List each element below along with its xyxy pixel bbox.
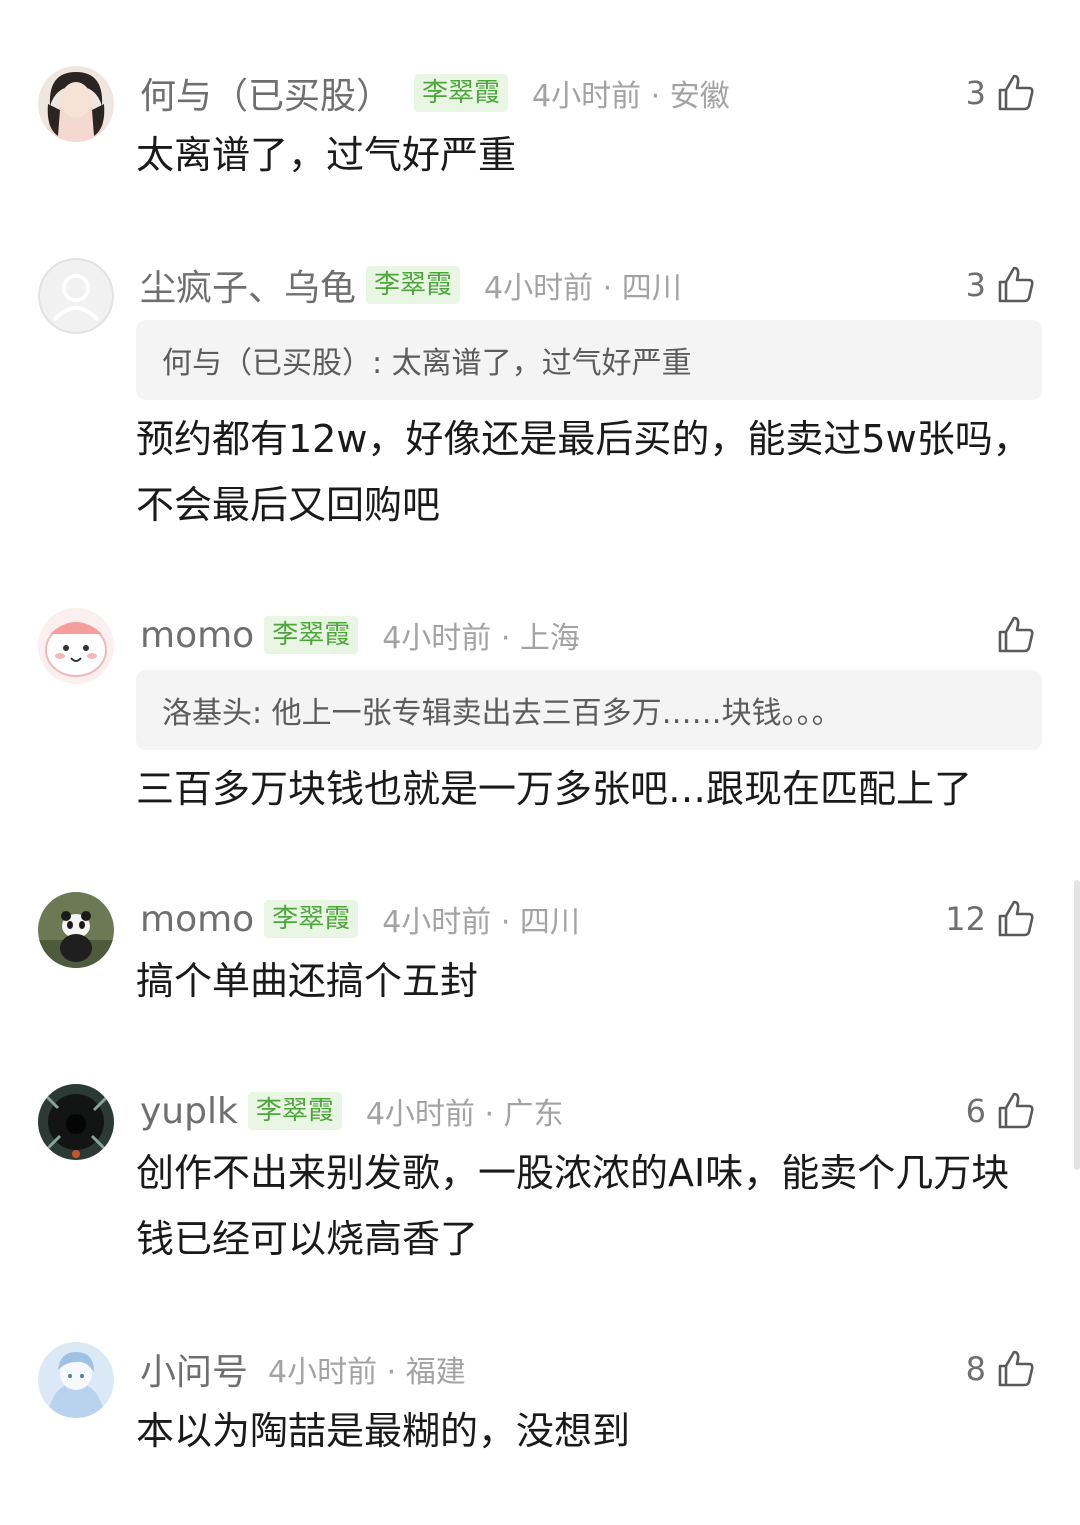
like-button[interactable]: 8 [966, 1344, 1036, 1394]
comment-text: 太离谱了，过气好严重 [136, 133, 517, 177]
like-count: 8 [965, 1350, 986, 1388]
username[interactable]: 何与（已买股） [140, 67, 392, 119]
quoted-reply[interactable]: 何与（已买股）: 太离谱了，过气好严重 [136, 320, 1042, 400]
user-avatar[interactable] [38, 1084, 114, 1160]
like-button[interactable]: 12 [945, 894, 1036, 944]
thumbs-up-icon [998, 900, 1034, 937]
comment-meta: 4小时前 · 广东 [365, 1097, 564, 1132]
comment-item: momo 李翠霞 4小时前 · 四川 12 搞个单曲还搞个五封 [0, 890, 1080, 1030]
comment-item: momo 李翠霞 4小时前 · 上海 洛基头: 他上一张专辑卖出去三百多万……块… [0, 606, 1080, 826]
comment-meta: 4小时前 · 福建 [268, 1355, 466, 1390]
comment-header: 何与（已买股） 李翠霞 4小时前 · 安徽 [140, 68, 730, 118]
user-avatar[interactable] [38, 608, 114, 684]
comment-meta: 4小时前 · 四川 [484, 271, 682, 306]
comment-header: momo 李翠霞 4小时前 · 上海 [140, 610, 580, 660]
comment-item: 尘疯子、乌龟 李翠霞 4小时前 · 四川 3 何与（已买股）: 太离谱了，过气好… [0, 256, 1080, 546]
fan-badge: 李翠霞 [264, 900, 359, 938]
comment-header: 尘疯子、乌龟 李翠霞 4小时前 · 四川 [140, 260, 682, 310]
girl-photo-avatar-icon [38, 66, 114, 142]
thumbs-up-icon [998, 616, 1034, 653]
fan-badge: 李翠霞 [366, 266, 461, 304]
like-button[interactable] [986, 610, 1036, 660]
thumbs-up-icon [998, 1092, 1034, 1129]
thumbs-up-icon [998, 1350, 1034, 1387]
comment-meta: 4小时前 · 上海 [382, 621, 580, 656]
thumbs-up-icon [998, 266, 1034, 303]
user-avatar[interactable] [38, 1342, 114, 1418]
like-count: 3 [965, 74, 986, 112]
username[interactable]: yuplk [140, 1091, 238, 1132]
comment-text: 创作不出来别发歌，一股浓浓的AI味，能卖个几万块钱已经可以烧高香了 [136, 1151, 1010, 1261]
fan-badge: 李翠霞 [264, 616, 359, 654]
blue-anime-avatar-icon [38, 1342, 114, 1418]
like-button[interactable]: 3 [966, 260, 1036, 310]
username[interactable]: 小问号 [140, 1343, 248, 1395]
fan-badge: 李翠霞 [247, 1092, 342, 1130]
like-count: 3 [965, 266, 986, 304]
quoted-reply[interactable]: 洛基头: 他上一张专辑卖出去三百多万……块钱。。。 [136, 670, 1042, 750]
comment-meta: 4小时前 · 安徽 [532, 79, 730, 114]
comment-item: 何与（已买股） 李翠霞 4小时前 · 安徽 3 太离谱了，过气好严重 [0, 64, 1080, 204]
username[interactable]: momo [140, 615, 254, 656]
like-button[interactable]: 6 [966, 1086, 1036, 1136]
comment-text: 预约都有12w，好像还是最后买的，能卖过5w张吗，不会最后又回购吧 [136, 417, 1031, 527]
comment-header: momo 李翠霞 4小时前 · 四川 [140, 894, 580, 944]
user-avatar[interactable] [38, 66, 114, 142]
comment-item: 小问号 4小时前 · 福建 8 本以为陶喆是最糊的，没想到 [0, 1340, 1080, 1480]
comment-item: yuplk 李翠霞 4小时前 · 广东 6 创作不出来别发歌，一股浓浓的AI味，… [0, 1082, 1080, 1292]
comment-header: 小问号 4小时前 · 福建 [140, 1344, 466, 1394]
comment-meta: 4小时前 · 四川 [382, 905, 580, 940]
like-count: 12 [945, 900, 986, 938]
panda-photo-avatar-icon [38, 892, 114, 968]
comment-text: 搞个单曲还搞个五封 [136, 959, 479, 1003]
dark-photo-avatar-icon [38, 1084, 114, 1160]
pink-cartoon-avatar-icon [38, 608, 114, 684]
username[interactable]: 尘疯子、乌龟 [140, 259, 356, 311]
like-count: 6 [965, 1092, 986, 1130]
fan-badge: 李翠霞 [414, 74, 509, 112]
thumbs-up-icon [998, 74, 1034, 111]
user-avatar[interactable] [38, 892, 114, 968]
like-button[interactable]: 3 [966, 68, 1036, 118]
comment-text: 本以为陶喆是最糊的，没想到 [136, 1409, 631, 1453]
default-user-avatar-icon [38, 258, 114, 334]
scrollbar[interactable] [1074, 880, 1080, 1170]
user-avatar[interactable] [38, 258, 114, 334]
comment-text: 三百多万块钱也就是一万多张吧…跟现在匹配上了 [136, 767, 973, 811]
username[interactable]: momo [140, 899, 254, 940]
comment-header: yuplk 李翠霞 4小时前 · 广东 [140, 1086, 564, 1136]
